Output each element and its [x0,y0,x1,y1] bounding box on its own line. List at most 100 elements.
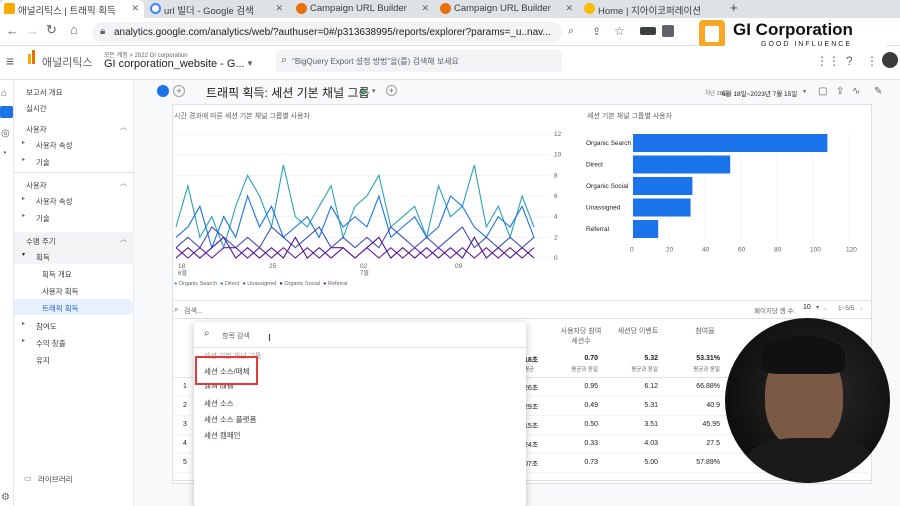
dropdown-search-input[interactable]: 항목 검색 [222,331,250,341]
sidebar-item-tech[interactable]: 기술 [14,153,134,169]
sidebar-item-retention[interactable]: 유지 [14,351,134,367]
home-icon[interactable]: ⌂ [1,88,7,99]
sidebar-group-lifecycle[interactable]: 수명 주기 [14,232,134,248]
reload-icon[interactable]: ↻ [46,22,57,38]
tab-campaign-builder-2[interactable]: Campaign URL Builder ✕ [436,0,578,18]
chevron-up-icon[interactable]: ︿ [120,122,127,132]
pagination: 1~5/5 [838,305,855,312]
dropdown-item[interactable]: 세션 캠페인 [204,430,241,441]
row-engagement-rate: 57.89% [696,459,720,466]
menu-icon[interactable]: ≡ [6,54,22,68]
y-tick-label: 0 [554,255,558,262]
insights-icon[interactable]: ∿ [852,86,860,97]
row-sessions-per-user: 0.50 [584,421,598,428]
property-selector[interactable]: GI corporation_website - G... [104,58,245,70]
tab-home[interactable]: Home | 지아이코퍼레이션 [580,0,722,18]
chevron-up-icon[interactable]: ︿ [120,234,127,244]
y-tick-label: 10 [554,152,562,159]
extension-icon[interactable] [662,25,674,37]
chevron-down-icon[interactable]: ▼ [246,59,254,68]
add-icon[interactable]: + [386,85,397,96]
rows-per-page-select[interactable]: 10 [803,304,811,311]
help-icon[interactable]: ? [846,54,853,68]
sidebar-item-user-attributes[interactable]: 사용자 속성 [14,136,134,152]
dropdown-item[interactable]: 세션 소스 플랫폼 [204,414,256,425]
close-icon[interactable]: ✕ [131,3,139,14]
sidebar-group-user-2[interactable]: 사용자 [14,176,134,192]
home-button-icon[interactable]: ⌂ [70,22,78,37]
close-icon[interactable]: ✕ [421,3,429,14]
total-duration: 18초 [524,357,539,364]
sidebar-library[interactable]: 라이브러리 [38,474,73,485]
dropdown-item[interactable]: 세션 소스 [204,398,234,409]
collapse-arrow-icon: ▾ [22,252,26,258]
pencil-icon[interactable]: ✎ [874,86,882,97]
chevron-down-icon[interactable]: ▾ [803,88,806,95]
analytics-logo-icon [28,54,31,64]
avatar[interactable] [882,52,898,68]
sidebar-item-realtime[interactable]: 실시간 [14,99,134,115]
row-sessions-per-user: 0.95 [584,383,598,390]
chevron-down-icon[interactable]: ▾ [372,87,376,95]
forward-icon[interactable]: → [26,23,39,38]
extension-icon[interactable] [640,27,656,35]
sidebar-item-engagement[interactable]: 참여도 [14,317,134,333]
row-index: 5 [183,459,187,466]
chevron-up-icon[interactable]: ︿ [120,178,127,188]
sidebar-item-user-attributes-2[interactable]: 사용자 속성 [14,192,134,208]
line-chart-title: 시간 경과에 따른 세션 기본 채널 그룹별 사용자 [174,113,310,120]
admin-gear-icon[interactable]: ⚙ [1,492,10,503]
sidebar-item-traffic-acquisition[interactable]: 트래픽 획득 [14,299,134,315]
table-search-input[interactable]: 검색... [184,306,203,316]
col-header-engagement-rate[interactable]: 참여율 [680,326,730,336]
bar-organic-social[interactable] [633,177,693,195]
close-icon[interactable]: ✕ [275,3,283,14]
zoom-icon[interactable]: ⌕ [568,25,574,38]
tab-campaign-builder-1[interactable]: Campaign URL Builder ✕ [292,0,434,18]
apps-grid-icon[interactable]: ⋮⋮ [816,54,840,68]
legend-organic-search: Organic Search [178,281,218,287]
row-events-per-session: 5.00 [644,459,658,466]
share-icon[interactable]: ⇪ [592,25,601,38]
total-value: 0.70 [584,355,598,362]
bar-organic-search[interactable] [633,134,828,152]
divider [14,172,134,173]
x-tick-label: 20 [666,247,674,254]
back-icon[interactable]: ← [6,23,19,38]
sidebar-item-overview[interactable]: 보고서 개요 [14,83,134,99]
sidebar-item-monetization[interactable]: 수익 창출 [14,334,134,350]
sidebar-item-tech-2[interactable]: 기술 [14,209,134,225]
new-tab-button[interactable]: + [730,0,738,15]
sidebar-item-acquisition[interactable]: 획득 [14,248,134,264]
col-header-sessions-per-user[interactable]: 사용자당 참여 세션수 [560,326,602,346]
date-range[interactable]: 6월 18일~2023년 7월 15일 [722,88,797,98]
verified-check-icon: ⊘ [359,86,367,96]
tab-analytics[interactable]: 애널리틱스 | 트래픽 획득 ✕ [0,0,144,18]
prev-page-icon[interactable]: ‹ [824,304,827,313]
sidebar-item-user-acquisition[interactable]: 사용자 획득 [14,282,134,298]
bookmark-star-icon[interactable]: ☆ [614,24,625,38]
sidebar-group-user[interactable]: 사용자 [14,120,134,136]
url-text[interactable]: analytics.google.com/analytics/web/?auth… [114,27,551,38]
next-page-icon[interactable]: › [860,304,863,313]
bar-referral[interactable] [633,220,659,238]
browser-tab-bar: 애널리틱스 | 트래픽 획득 ✕ url 빌더 - Google 검색 ✕ Camp… [0,0,900,18]
add-comparison-icon[interactable]: + [173,85,185,97]
advertising-icon[interactable]: ◔ [1,148,7,159]
share-report-icon[interactable]: ⇪ [836,86,844,97]
bar-direct[interactable] [633,155,731,174]
col-header-events-per-session[interactable]: 세션당 이벤트 [616,326,660,336]
more-vert-icon[interactable]: ⋮ [866,54,878,68]
row-duration: 15초 [524,423,539,430]
bar-unassigned[interactable] [633,198,691,217]
presenter-body [745,438,875,483]
x-tick-label: 18 [178,263,186,270]
chevron-down-icon[interactable]: ▾ [816,304,819,311]
edit-report-icon[interactable]: ▢ [818,86,827,97]
sidebar-item-acquisition-overview[interactable]: 획득 개요 [14,265,134,281]
tab-google-search[interactable]: url 빌더 - Google 검색 ✕ [146,0,288,18]
reports-icon[interactable] [0,106,13,118]
row-events-per-session: 5.31 [644,402,658,409]
explore-icon[interactable]: ◎ [1,128,10,139]
close-icon[interactable]: ✕ [565,3,573,14]
